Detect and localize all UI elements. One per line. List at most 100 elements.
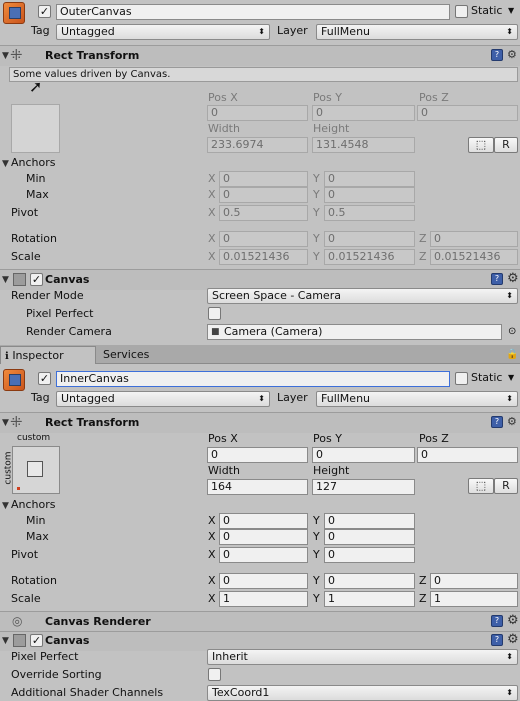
foldout-icon[interactable]: ▼: [2, 635, 9, 647]
tab-services[interactable]: Services: [99, 346, 169, 364]
help-book-icon[interactable]: ?: [491, 634, 503, 646]
x-label: X: [208, 232, 216, 245]
anchors-foldout-icon[interactable]: ▼: [2, 158, 9, 170]
pixel-perfect-dropdown[interactable]: Inherit ⬍: [207, 649, 518, 665]
x-label: X: [208, 574, 216, 587]
posz-field[interactable]: 0: [417, 447, 518, 463]
camera-icon: ■: [211, 327, 220, 337]
chevron-down-icon: ⬍: [258, 394, 265, 403]
foldout-icon[interactable]: ▼: [2, 50, 9, 62]
anchor-min-y-field: 0: [324, 171, 415, 187]
width-field: 233.6974: [207, 137, 308, 153]
render-camera-field[interactable]: Camera (Camera): [207, 324, 502, 340]
tag-dropdown[interactable]: Untagged ⬍: [56, 391, 270, 407]
static-checkbox[interactable]: [455, 5, 468, 18]
rotation-z-field: 0: [430, 231, 518, 247]
settings-gear-icon[interactable]: ⚙: [507, 49, 517, 61]
render-mode-dropdown[interactable]: Screen Space - Camera ⬍: [207, 288, 518, 304]
tag-value: Untagged: [61, 392, 115, 405]
posy-field[interactable]: 0: [312, 447, 415, 463]
scale-x-field[interactable]: 1: [219, 591, 308, 607]
anchor-presets-button[interactable]: [12, 446, 60, 494]
anchor-max-y-field[interactable]: 0: [324, 529, 415, 545]
z-label: Z: [419, 592, 427, 605]
static-dropdown-arrow-icon[interactable]: ▼: [508, 370, 514, 386]
anchors-foldout-icon[interactable]: ▼: [2, 500, 9, 512]
scale-y-field: 0.01521436: [324, 249, 415, 265]
tab-label: Inspector: [12, 349, 64, 362]
posz-label: Pos Z: [419, 432, 449, 445]
settings-gear-icon[interactable]: ⚙: [507, 633, 519, 646]
anchor-min-x-field[interactable]: 0: [219, 513, 308, 529]
anchor-presets-disabled: [11, 104, 60, 153]
y-label: Y: [313, 548, 320, 561]
canvas-enabled-checkbox[interactable]: ✓: [30, 273, 43, 286]
raw-edit-button[interactable]: R: [494, 478, 518, 494]
width-field[interactable]: 164: [207, 479, 308, 495]
anchor-max-x-field[interactable]: 0: [219, 529, 308, 545]
lock-icon[interactable]: 🔒: [506, 349, 518, 361]
anchor-min-y-field[interactable]: 0: [324, 513, 415, 529]
rotation-z-field[interactable]: 0: [430, 573, 518, 589]
shader-channels-label: Additional Shader Channels: [11, 686, 164, 699]
z-label: Z: [419, 250, 427, 263]
active-checkbox[interactable]: ✓: [38, 372, 51, 385]
driven-values-notice: Some values driven by Canvas.: [9, 67, 518, 82]
tag-label: Tag: [31, 24, 50, 37]
object-name-field[interactable]: InnerCanvas: [56, 371, 450, 387]
anchor-min-label: Min: [26, 514, 46, 527]
chevron-down-icon: ⬍: [258, 27, 265, 36]
x-label: X: [208, 250, 216, 263]
y-label: Y: [313, 574, 320, 587]
posx-field[interactable]: 0: [207, 447, 308, 463]
canvas-enabled-checkbox[interactable]: ✓: [30, 634, 43, 647]
help-book-icon[interactable]: ?: [491, 615, 503, 627]
canvas-renderer-icon: ◎: [12, 614, 23, 628]
object-name-field[interactable]: OuterCanvas: [56, 4, 450, 20]
anchor-max-label: Max: [26, 188, 49, 201]
layer-dropdown[interactable]: FullMenu ⬍: [316, 24, 518, 40]
object-picker-icon[interactable]: ⊙: [508, 324, 516, 340]
static-label: Static: [471, 4, 503, 17]
static-checkbox[interactable]: [455, 372, 468, 385]
x-label: X: [208, 514, 216, 527]
chevron-down-icon: ⬍: [506, 291, 513, 300]
foldout-icon[interactable]: ▼: [2, 417, 9, 429]
help-book-icon[interactable]: ?: [491, 273, 503, 285]
canvas-icon: [13, 273, 26, 286]
override-sorting-checkbox[interactable]: [208, 668, 221, 681]
component-title: Canvas: [45, 634, 90, 647]
static-dropdown-arrow-icon[interactable]: ▼: [508, 3, 514, 19]
anchor-dot-icon: [17, 487, 20, 490]
layer-value: FullMenu: [321, 392, 371, 405]
tag-dropdown[interactable]: Untagged ⬍: [56, 24, 270, 40]
pivot-y-field[interactable]: 0: [324, 547, 415, 563]
scale-y-field[interactable]: 1: [324, 591, 415, 607]
height-field[interactable]: 127: [312, 479, 415, 495]
shader-channels-value: TexCoord1: [212, 686, 270, 699]
help-book-icon[interactable]: ?: [491, 416, 503, 428]
component-title: Rect Transform: [45, 49, 140, 62]
layer-dropdown[interactable]: FullMenu ⬍: [316, 391, 518, 407]
help-book-icon[interactable]: ?: [491, 49, 503, 61]
settings-gear-icon[interactable]: ⚙: [507, 614, 519, 627]
blueprint-mode-button[interactable]: ⬚: [468, 478, 494, 494]
pixel-perfect-checkbox[interactable]: [208, 307, 221, 320]
blueprint-mode-button[interactable]: ⬚: [468, 137, 494, 153]
rotation-x-field[interactable]: 0: [219, 573, 308, 589]
tab-inspector[interactable]: ℹ Inspector: [0, 346, 96, 364]
settings-gear-icon[interactable]: ⚙: [507, 272, 519, 285]
scale-z-field[interactable]: 1: [430, 591, 518, 607]
component-title: Rect Transform: [45, 416, 140, 429]
pivot-x-field[interactable]: 0: [219, 547, 308, 563]
posy-label: Pos Y: [313, 432, 342, 445]
foldout-icon[interactable]: ▼: [2, 274, 9, 286]
raw-edit-button[interactable]: R: [494, 137, 518, 153]
rotation-y-field: 0: [324, 231, 415, 247]
settings-gear-icon[interactable]: ⚙: [507, 416, 517, 428]
shader-channels-dropdown[interactable]: TexCoord1 ⬍: [207, 685, 518, 701]
rotation-label: Rotation: [11, 232, 58, 245]
active-checkbox[interactable]: ✓: [38, 5, 51, 18]
posy-field: 0: [312, 105, 415, 121]
rotation-y-field[interactable]: 0: [324, 573, 415, 589]
